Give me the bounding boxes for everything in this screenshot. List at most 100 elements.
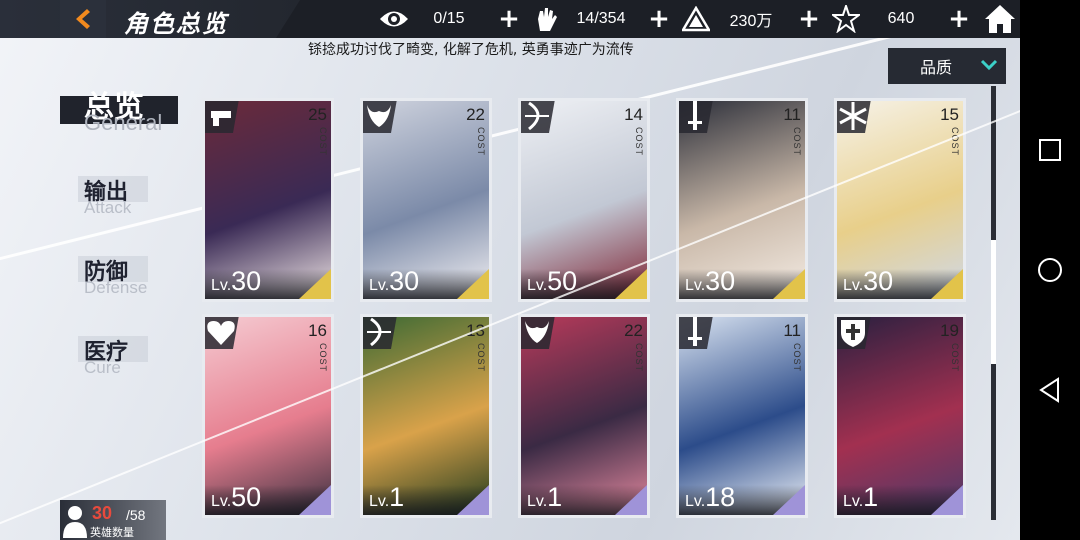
hero-card[interactable]: 13 COST Lv.1	[360, 314, 492, 518]
level-value: 1	[863, 482, 879, 512]
resource-value: 640	[887, 10, 915, 27]
scrollbar-thumb[interactable]	[991, 240, 996, 364]
card-cost-label: COST	[476, 127, 486, 157]
card-level: Lv.30	[843, 266, 893, 297]
level-prefix: Lv.	[369, 493, 390, 510]
sword-role-icon	[679, 317, 713, 349]
card-cost-label: COST	[634, 343, 644, 373]
demon-role-icon	[521, 317, 555, 349]
card-level: Lv.30	[211, 266, 261, 297]
home-circle-icon[interactable]	[1036, 256, 1064, 284]
card-level: Lv.30	[685, 266, 735, 297]
pistol-role-icon	[205, 101, 239, 133]
hero-count-max: /58	[126, 507, 146, 523]
card-level: Lv.1	[369, 482, 404, 513]
rarity-corner	[773, 269, 805, 299]
plus-icon: +	[648, 4, 670, 34]
hero-card[interactable]: 11 COST Lv.30	[676, 98, 808, 302]
back-button[interactable]	[60, 0, 106, 38]
hero-card[interactable]: 19 COST Lv.1	[834, 314, 966, 518]
hero-card[interactable]: 14 COST Lv.50	[518, 98, 650, 302]
tab-sublabel: Attack	[84, 198, 132, 217]
card-cost-label: COST	[318, 127, 328, 157]
card-cost-label: COST	[950, 127, 960, 157]
page-title: 角色总览	[124, 10, 228, 38]
card-level: Lv.1	[527, 482, 562, 513]
sort-dropdown[interactable]: 品质	[888, 48, 1006, 84]
hero-card[interactable]: 25 COST Lv.30	[202, 98, 334, 302]
card-cost: 11	[783, 321, 801, 340]
card-cost: 25	[308, 105, 327, 124]
card-cost-label: COST	[792, 343, 802, 373]
level-prefix: Lv.	[843, 277, 864, 294]
pyramid-icon	[680, 3, 712, 35]
rarity-corner	[299, 485, 331, 515]
bow-role-icon	[521, 101, 555, 133]
add-gem-button[interactable]: +	[946, 6, 972, 32]
level-prefix: Lv.	[685, 277, 706, 294]
tab-attack[interactable]: 输出 Attack	[60, 174, 190, 220]
card-level: Lv.30	[369, 266, 419, 297]
level-value: 18	[705, 482, 736, 512]
tab-sublabel: General	[84, 110, 163, 135]
level-value: 1	[389, 482, 405, 512]
card-cost-label: COST	[318, 343, 328, 373]
hero-card[interactable]: 16 COST Lv.50	[202, 314, 334, 518]
tab-defense[interactable]: 防御 Defense	[60, 254, 190, 300]
resource-gold: 230万	[680, 0, 784, 38]
card-cost: 16	[308, 321, 327, 340]
person-icon	[63, 506, 87, 538]
card-cost-label: COST	[476, 343, 486, 373]
card-cost: 13	[466, 321, 485, 340]
card-level: Lv.18	[685, 482, 735, 513]
card-level: Lv.1	[843, 482, 878, 513]
top-bar: 角色总览 0/15 + 14/354 + 230万 + 640 +	[0, 0, 1020, 38]
recents-square-icon[interactable]	[1036, 136, 1064, 164]
plus-icon: +	[798, 4, 820, 34]
resource-hand: 14/354	[530, 0, 634, 38]
level-value: 50	[547, 266, 578, 296]
level-value: 1	[547, 482, 563, 512]
game-screen: 角色总览 0/15 + 14/354 + 230万 + 640 + 铩捻成功讨伐…	[0, 0, 1020, 540]
sword-role-icon	[679, 101, 713, 133]
back-triangle-icon[interactable]	[1036, 376, 1064, 404]
card-cost-label: COST	[792, 127, 802, 157]
card-cost: 11	[783, 105, 801, 124]
resource-value: 0/15	[433, 10, 465, 27]
card-cost-label: COST	[950, 343, 960, 373]
card-cost: 22	[624, 321, 643, 340]
resource-value: 230万	[729, 13, 773, 30]
level-prefix: Lv.	[527, 493, 548, 510]
hand-icon	[530, 3, 562, 35]
announcement-ticker: 铩捻成功讨伐了畸变, 化解了危机, 英勇事迹广为流传	[308, 42, 634, 58]
level-prefix: Lv.	[369, 277, 390, 294]
shield-role-icon	[837, 317, 871, 349]
hero-count-panel: 30 /58 英雄数量	[60, 500, 166, 540]
card-level: Lv.50	[527, 266, 577, 297]
level-value: 50	[231, 482, 262, 512]
chevron-down-icon	[980, 59, 998, 71]
home-button[interactable]	[984, 3, 1016, 35]
level-prefix: Lv.	[843, 493, 864, 510]
rarity-corner	[773, 485, 805, 515]
level-prefix: Lv.	[685, 493, 706, 510]
snowflake-role-icon	[837, 101, 871, 133]
resource-value: 14/354	[576, 10, 626, 27]
eye-icon	[378, 3, 410, 35]
hero-card[interactable]: 15 COST Lv.30	[834, 98, 966, 302]
hero-card[interactable]: 22 COST Lv.30	[360, 98, 492, 302]
heart-role-icon	[205, 317, 239, 349]
hero-card[interactable]: 11 COST Lv.18	[676, 314, 808, 518]
hero-count-label: 英雄数量	[90, 526, 134, 539]
add-stamina-button[interactable]: +	[496, 6, 522, 32]
tab-general[interactable]: 总览 General	[60, 82, 190, 135]
hero-card[interactable]: 22 COST Lv.1	[518, 314, 650, 518]
add-gold-button[interactable]: +	[796, 6, 822, 32]
rarity-corner	[931, 485, 963, 515]
card-cost: 19	[940, 321, 959, 340]
tab-cure[interactable]: 医疗 Cure	[60, 334, 190, 380]
tab-sublabel: Defense	[84, 278, 148, 297]
home-icon	[985, 5, 1015, 33]
add-hand-button[interactable]: +	[646, 6, 672, 32]
level-prefix: Lv.	[211, 277, 232, 294]
